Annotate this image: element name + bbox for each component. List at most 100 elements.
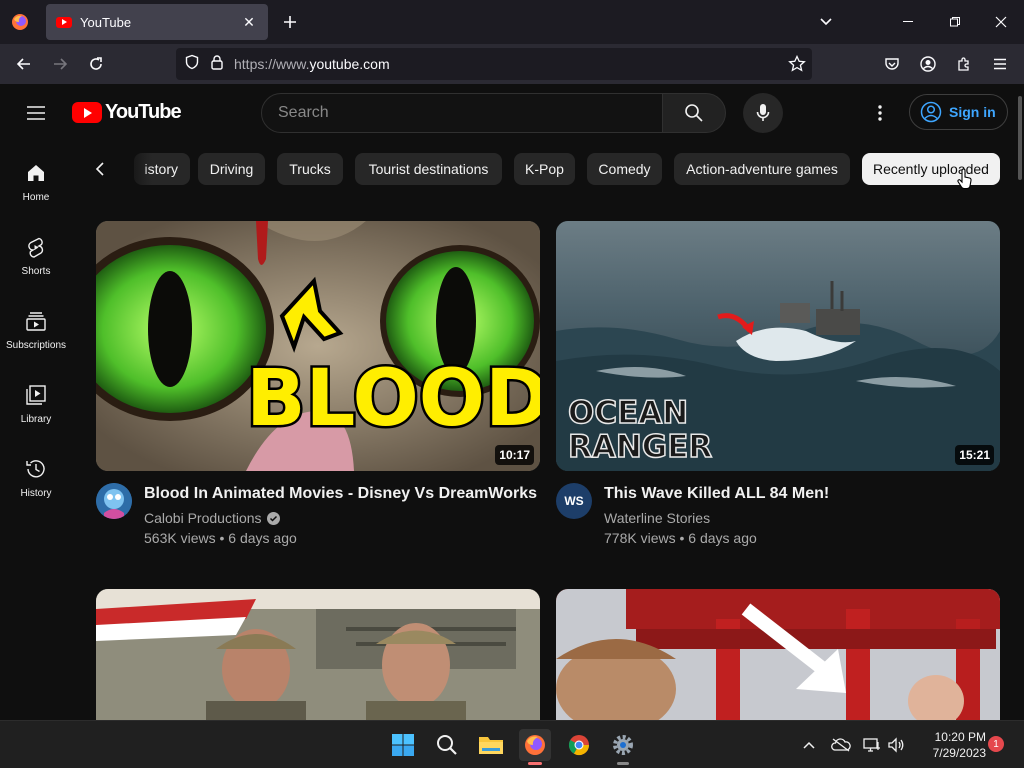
window-controls bbox=[886, 0, 1024, 44]
sign-in-label: Sign in bbox=[949, 104, 996, 120]
chip-k-pop[interactable]: K-Pop bbox=[514, 153, 575, 185]
video-thumbnail-2[interactable]: OCEAN RANGER 15:21 bbox=[556, 221, 1000, 471]
youtube-masthead: YouTube Sign in bbox=[0, 84, 1024, 142]
chevron-left-icon bbox=[95, 162, 104, 176]
settings-more-button[interactable] bbox=[868, 101, 892, 125]
windows-logo-icon bbox=[392, 734, 414, 756]
chrome-taskbar-button[interactable] bbox=[563, 729, 595, 761]
forward-button[interactable] bbox=[42, 48, 78, 80]
channel-name-2: Waterline Stories bbox=[604, 510, 711, 526]
chip-scroll-left-button[interactable] bbox=[86, 153, 114, 185]
firefox-menu-icon[interactable] bbox=[0, 0, 40, 44]
channel-name-1: Calobi Productions bbox=[144, 510, 262, 526]
video-title-1[interactable]: Blood In Animated Movies - Disney Vs Dre… bbox=[144, 485, 537, 503]
chrome-icon bbox=[568, 735, 590, 756]
start-button[interactable] bbox=[387, 729, 419, 761]
browser-tab-youtube[interactable]: YouTube ✕ bbox=[46, 4, 268, 40]
chip-recently-uploaded[interactable]: Recently uploaded bbox=[862, 153, 1000, 185]
tab-close-icon[interactable]: ✕ bbox=[240, 14, 258, 31]
video-thumbnail-3[interactable] bbox=[96, 589, 540, 720]
search-input[interactable] bbox=[278, 104, 662, 122]
channel-avatar-2[interactable]: WS bbox=[556, 483, 592, 519]
chip-trucks[interactable]: Trucks bbox=[277, 153, 343, 185]
restore-button[interactable] bbox=[932, 0, 978, 44]
show-hidden-icons-button[interactable] bbox=[799, 735, 819, 755]
notification-badge[interactable]: 1 bbox=[988, 736, 1004, 752]
system-clock[interactable]: 10:20 PM 7/29/2023 bbox=[916, 729, 986, 761]
onedrive-tray-button[interactable] bbox=[831, 735, 851, 755]
calobi-avatar-icon bbox=[96, 483, 132, 519]
sign-in-button[interactable]: Sign in bbox=[909, 94, 1008, 130]
search-icon bbox=[685, 104, 703, 122]
microphone-icon bbox=[756, 104, 770, 121]
browser-tab-bar: YouTube ✕ bbox=[0, 0, 1024, 44]
chip-comedy[interactable]: Comedy bbox=[587, 153, 662, 185]
firefox-icon bbox=[525, 735, 545, 755]
library-icon bbox=[26, 385, 46, 405]
sidebar-label-library: Library bbox=[20, 414, 52, 425]
search-button[interactable] bbox=[662, 93, 726, 133]
guide-menu-button[interactable] bbox=[20, 100, 52, 126]
settings-taskbar-button[interactable] bbox=[607, 729, 639, 765]
voice-search-button[interactable] bbox=[743, 93, 783, 133]
list-all-tabs-button[interactable] bbox=[812, 8, 840, 36]
volume-tray-button[interactable] bbox=[886, 735, 906, 755]
sidebar-item-history[interactable]: History bbox=[0, 438, 72, 512]
reload-button[interactable] bbox=[78, 48, 114, 80]
page-scrollbar[interactable] bbox=[1018, 96, 1022, 180]
taskbar-search-button[interactable] bbox=[431, 729, 463, 761]
video-duration-2: 15:21 bbox=[955, 445, 994, 465]
verified-check-icon bbox=[266, 511, 280, 525]
channel-avatar-text-2: WS bbox=[564, 494, 584, 508]
browser-nav-bar: https://www.youtube.com bbox=[0, 44, 1024, 84]
chip-driving[interactable]: Driving bbox=[198, 153, 265, 185]
bookmark-star-icon[interactable] bbox=[788, 54, 806, 78]
network-tray-button[interactable] bbox=[862, 735, 882, 755]
filter-chip-bar: istory Driving Trucks Tourist destinatio… bbox=[72, 142, 1012, 196]
lock-icon[interactable] bbox=[210, 54, 224, 75]
tab-title: YouTube bbox=[80, 14, 132, 30]
cat-eyes-thumbnail-art: BLOOD bbox=[96, 221, 540, 471]
video-thumbnail-1[interactable]: BLOOD 10:17 bbox=[96, 221, 540, 471]
url-prefix: https://www. bbox=[234, 56, 310, 72]
windows-taskbar: 10:20 PM 7/29/2023 bbox=[0, 720, 1024, 768]
close-window-button[interactable] bbox=[978, 0, 1024, 44]
sidebar-item-subscriptions[interactable]: Subscriptions bbox=[0, 290, 72, 364]
video-duration-1: 10:17 bbox=[495, 445, 534, 465]
app-menu-icon[interactable] bbox=[982, 48, 1018, 80]
mini-guide-sidebar: Home Shorts Subscriptions Library Histor… bbox=[0, 142, 72, 512]
ocean-wave-thumbnail-art: OCEAN RANGER bbox=[556, 221, 1000, 471]
search-box[interactable] bbox=[261, 93, 663, 133]
sidebar-item-home[interactable]: Home bbox=[0, 142, 72, 216]
url-text: https://www.youtube.com bbox=[234, 56, 390, 72]
file-explorer-button[interactable] bbox=[475, 729, 507, 761]
account-icon[interactable] bbox=[910, 48, 946, 80]
extensions-icon[interactable] bbox=[946, 48, 982, 80]
soldiers-thumbnail-art bbox=[96, 589, 540, 720]
pocket-icon[interactable] bbox=[874, 48, 910, 80]
network-icon bbox=[863, 738, 880, 752]
chevron-up-icon bbox=[803, 741, 815, 749]
firefox-taskbar-button[interactable] bbox=[519, 729, 551, 765]
minimize-button[interactable] bbox=[886, 0, 932, 44]
video-meta-2: 778K views • 6 days ago bbox=[604, 530, 757, 546]
youtube-logo[interactable]: YouTube bbox=[72, 101, 182, 124]
video-channel-2[interactable]: Waterline Stories bbox=[604, 510, 710, 526]
back-button[interactable] bbox=[6, 48, 42, 80]
sidebar-item-library[interactable]: Library bbox=[0, 364, 72, 438]
url-domain: youtube.com bbox=[309, 56, 390, 72]
channel-avatar-1[interactable] bbox=[96, 483, 132, 519]
video-channel-1[interactable]: Calobi Productions bbox=[144, 510, 280, 526]
gear-icon bbox=[613, 735, 633, 755]
chip-tourist-destinations[interactable]: Tourist destinations bbox=[355, 153, 502, 185]
new-tab-button[interactable] bbox=[278, 8, 302, 36]
sidebar-label-home: Home bbox=[22, 192, 50, 203]
firefox-active-indicator bbox=[528, 762, 542, 765]
sidebar-item-shorts[interactable]: Shorts bbox=[0, 216, 72, 290]
video-thumbnail-4[interactable] bbox=[556, 589, 1000, 720]
address-bar[interactable]: https://www.youtube.com bbox=[176, 48, 812, 80]
chip-action-adventure-games[interactable]: Action-adventure games bbox=[674, 153, 850, 185]
clock-time: 10:20 PM bbox=[934, 730, 986, 744]
tracking-protection-shield-icon[interactable] bbox=[184, 54, 200, 75]
video-title-2[interactable]: This Wave Killed ALL 84 Men! bbox=[604, 485, 829, 503]
